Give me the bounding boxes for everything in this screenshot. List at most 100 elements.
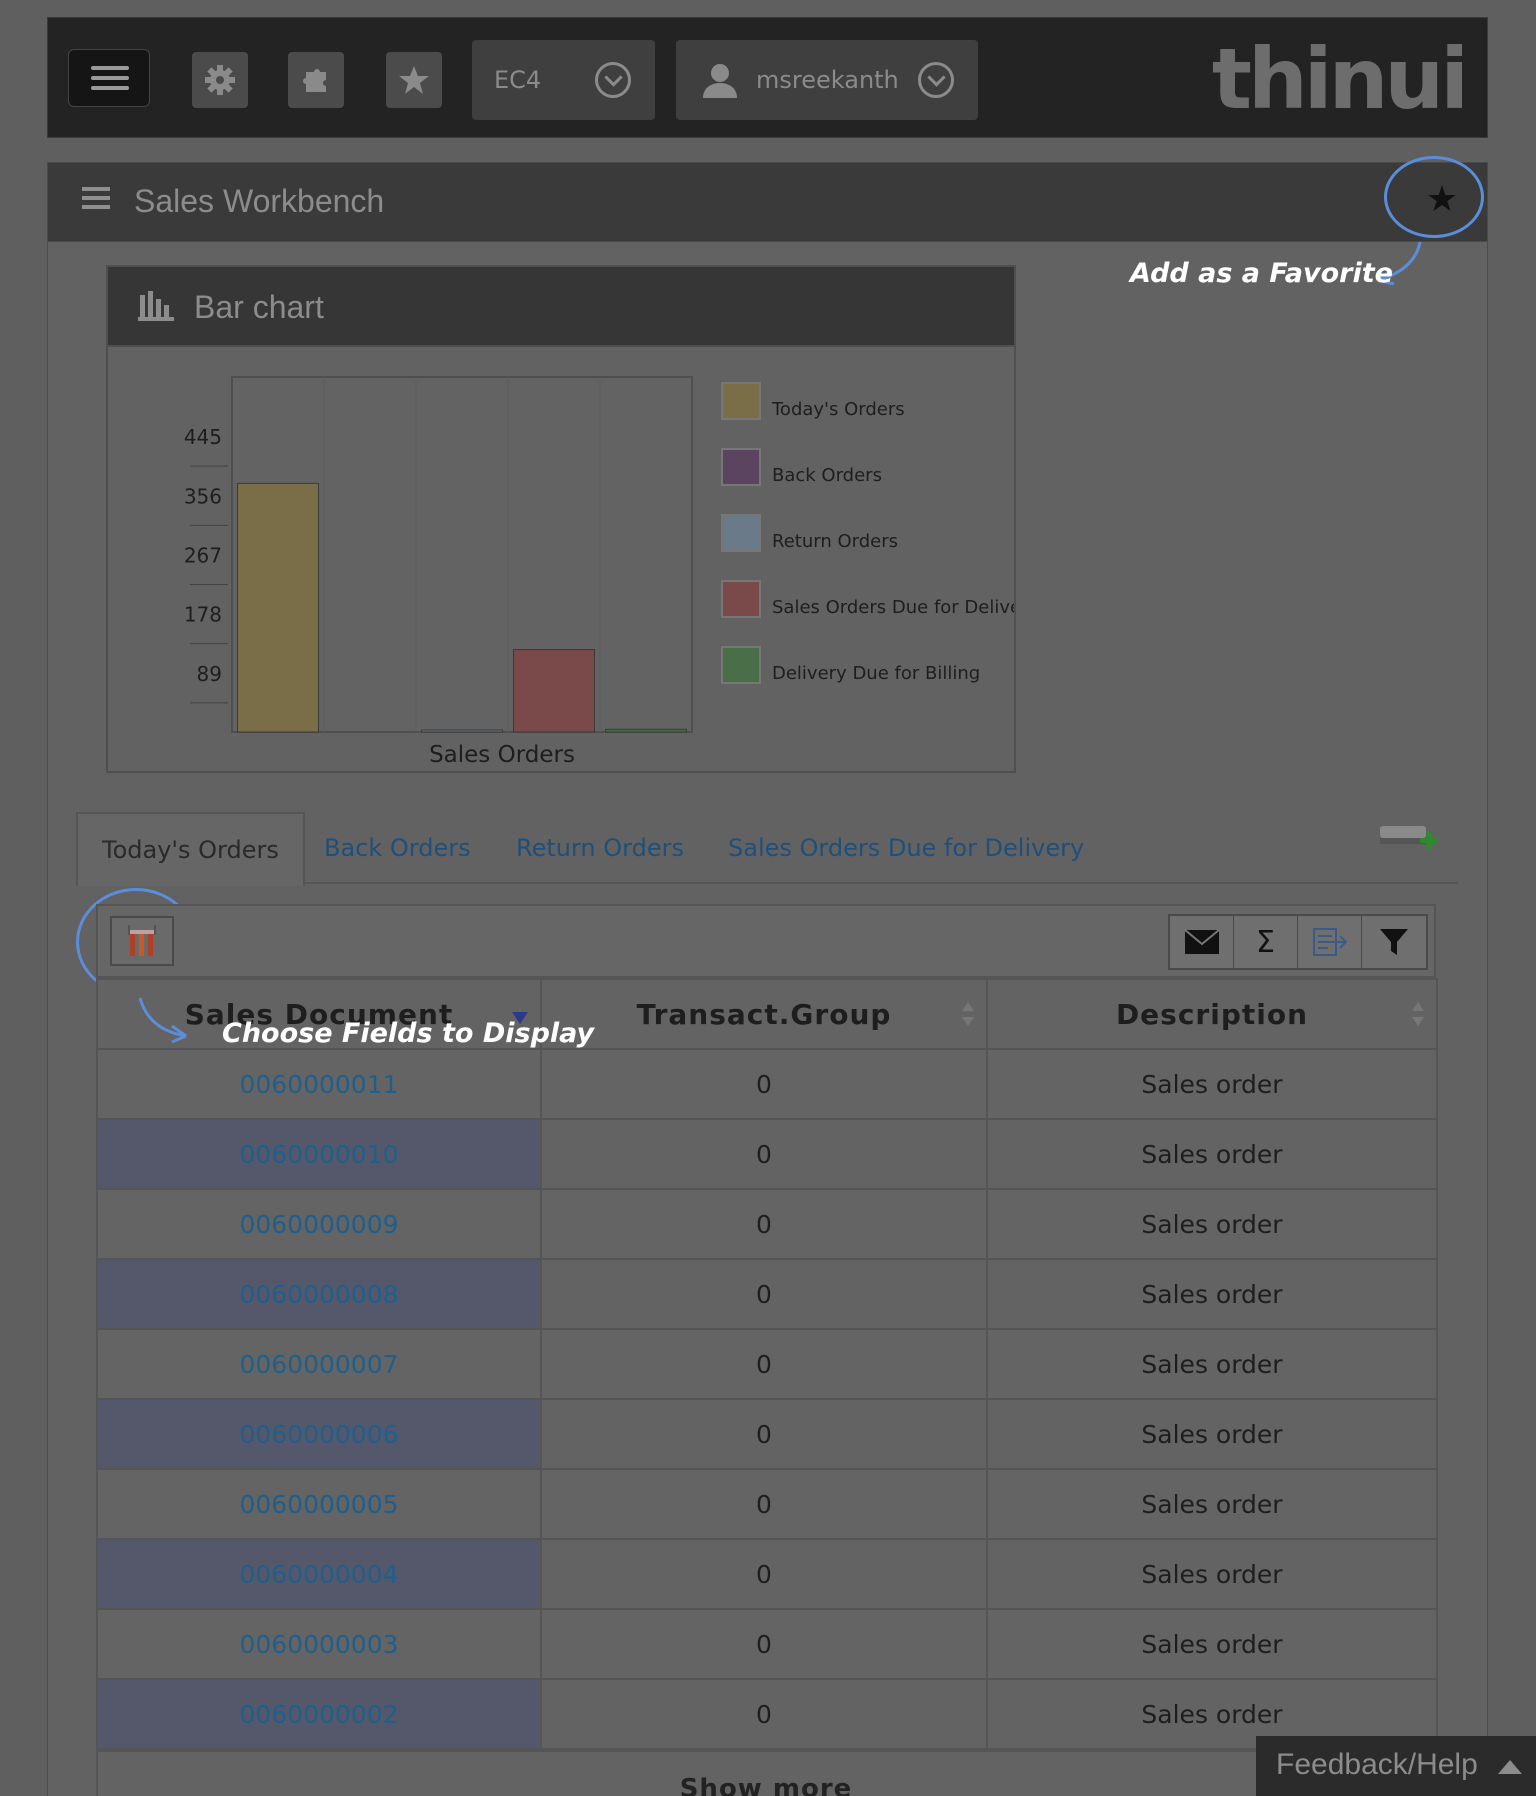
system-label: EC4 (494, 66, 542, 94)
favorite-highlight-circle (1384, 156, 1484, 238)
page-header: Sales Workbench ★ (47, 162, 1488, 242)
table-row[interactable]: 0060000006 0 Sales order (96, 1398, 1438, 1470)
sales-document-link[interactable]: 0060000008 (239, 1280, 398, 1309)
tab-back-orders[interactable]: Back Orders (324, 812, 471, 884)
cell-description: Sales order (986, 1118, 1438, 1190)
sales-document-link[interactable]: 0060000002 (239, 1700, 398, 1729)
grid-tools: Σ (1168, 914, 1428, 970)
filter-button[interactable] (1362, 916, 1426, 968)
cell-description: Sales order (986, 1258, 1438, 1330)
hamburger-icon[interactable] (82, 187, 110, 214)
export-icon (1312, 928, 1347, 956)
sales-document-link[interactable]: 0060000007 (239, 1350, 398, 1379)
sort-icon (962, 1002, 974, 1026)
thinui-logo: thinui (1211, 30, 1469, 128)
table-row[interactable]: 0060000005 0 Sales order (96, 1468, 1438, 1540)
choose-fields-button[interactable] (110, 916, 174, 966)
user-menu[interactable]: msreekanth (676, 40, 978, 120)
choose-fields-annotation: Choose Fields to Display (222, 1018, 595, 1049)
tab-sales-orders-due-for-delivery[interactable]: Sales Orders Due for Delivery (728, 812, 1084, 884)
bar-0[interactable] (237, 482, 319, 733)
favorites-button[interactable] (386, 52, 442, 108)
column-description[interactable]: Description (986, 978, 1438, 1050)
puzzle-button[interactable] (288, 52, 344, 108)
legend-label: Back Orders (772, 465, 882, 486)
bar-chart-icon (138, 291, 174, 321)
sales-document-link[interactable]: 0060000006 (239, 1420, 398, 1449)
cell-transact-group: 0 (540, 1118, 988, 1190)
cell-sales-document: 0060000008 (96, 1258, 542, 1330)
cell-sales-document: 0060000011 (96, 1048, 542, 1120)
y-tick-label: 356 (184, 484, 222, 508)
y-tick-label: 178 (184, 603, 222, 627)
export-button[interactable] (1298, 916, 1362, 968)
column-transact-group[interactable]: Transact.Group (540, 978, 988, 1050)
cell-transact-group: 0 (540, 1188, 988, 1260)
feedback-help-button[interactable]: Feedback/Help (1256, 1736, 1536, 1796)
top-toolbar: EC4 msreekanth thinui (47, 17, 1488, 138)
choose-fields-arrow (138, 997, 187, 1044)
sales-document-link[interactable]: 0060000005 (239, 1490, 398, 1519)
cell-transact-group: 0 (540, 1538, 988, 1610)
legend-swatch (721, 646, 761, 684)
legend-swatch (721, 580, 761, 618)
sort-icon (1412, 1002, 1424, 1026)
sales-document-link[interactable]: 0060000010 (239, 1140, 398, 1169)
chevron-down-icon (595, 62, 631, 98)
columns-icon (128, 925, 156, 956)
legend-label: Today's Orders (771, 399, 905, 420)
cell-description: Sales order (986, 1468, 1438, 1540)
settings-button[interactable] (192, 52, 248, 108)
bar-3[interactable] (513, 649, 595, 733)
feedback-label: Feedback/Help (1276, 1748, 1478, 1781)
sales-document-link[interactable]: 0060000003 (239, 1630, 398, 1659)
main-menu-button[interactable] (68, 49, 150, 107)
sigma-icon: Σ (1256, 924, 1275, 960)
tab-todays-orders[interactable]: Today's Orders (76, 812, 305, 886)
chevron-up-icon (1498, 1760, 1522, 1774)
bar-chart-panel: Bar chart 89 178 267 356 445 Today's Orders Ba… (106, 265, 1016, 773)
puzzle-icon (303, 69, 326, 92)
sum-button[interactable]: Σ (1234, 916, 1298, 968)
cell-sales-document: 0060000009 (96, 1188, 542, 1260)
cell-description: Sales order (986, 1538, 1438, 1610)
table-row[interactable]: 0060000008 0 Sales order (96, 1258, 1438, 1330)
cell-description: Sales order (986, 1398, 1438, 1470)
table-row[interactable]: 0060000010 0 Sales order (96, 1118, 1438, 1190)
table-row[interactable]: 0060000003 0 Sales order (96, 1608, 1438, 1680)
table-row[interactable]: 0060000002 0 Sales order (96, 1678, 1438, 1750)
favorite-annotation: Add as a Favorite (1130, 258, 1393, 289)
table-row[interactable]: 0060000004 0 Sales order (96, 1538, 1438, 1610)
cell-transact-group: 0 (540, 1678, 988, 1750)
tab-bar: Today's Orders Back Orders Return Orders… (76, 812, 1458, 886)
table-row[interactable]: 0060000007 0 Sales order (96, 1328, 1438, 1400)
sales-document-link[interactable]: 0060000009 (239, 1210, 398, 1239)
tab-return-orders[interactable]: Return Orders (516, 812, 684, 884)
system-selector[interactable]: EC4 (472, 40, 655, 120)
cell-description: Sales order (986, 1188, 1438, 1260)
bar-4[interactable] (605, 728, 687, 733)
cell-sales-document: 0060000007 (96, 1328, 542, 1400)
sales-document-link[interactable]: 0060000004 (239, 1560, 398, 1589)
x-axis-label: Sales Orders (429, 742, 575, 768)
chart-title: Bar chart (194, 289, 324, 325)
user-icon (703, 64, 737, 98)
legend-label: Return Orders (772, 531, 898, 552)
cell-transact-group: 0 (540, 1258, 988, 1330)
page-title: Sales Workbench (134, 183, 385, 219)
bar-chart: 89 178 267 356 445 Today's Orders Back Orders R… (184, 376, 1014, 768)
star-icon (399, 66, 429, 94)
table-row[interactable]: 0060000011 0 Sales order (96, 1048, 1438, 1120)
cell-transact-group: 0 (540, 1048, 988, 1120)
table-row[interactable]: 0060000009 0 Sales order (96, 1188, 1438, 1260)
email-button[interactable] (1170, 916, 1234, 968)
bar-2[interactable] (421, 729, 503, 733)
show-more-button[interactable]: Show more (96, 1750, 1436, 1796)
sales-document-link[interactable]: 0060000011 (239, 1070, 398, 1099)
add-variant-icon[interactable] (1378, 820, 1442, 856)
envelope-icon (1183, 929, 1220, 954)
hamburger-icon (91, 66, 129, 70)
cell-description: Sales order (986, 1608, 1438, 1680)
cell-transact-group: 0 (540, 1468, 988, 1540)
legend-swatch (721, 448, 761, 486)
